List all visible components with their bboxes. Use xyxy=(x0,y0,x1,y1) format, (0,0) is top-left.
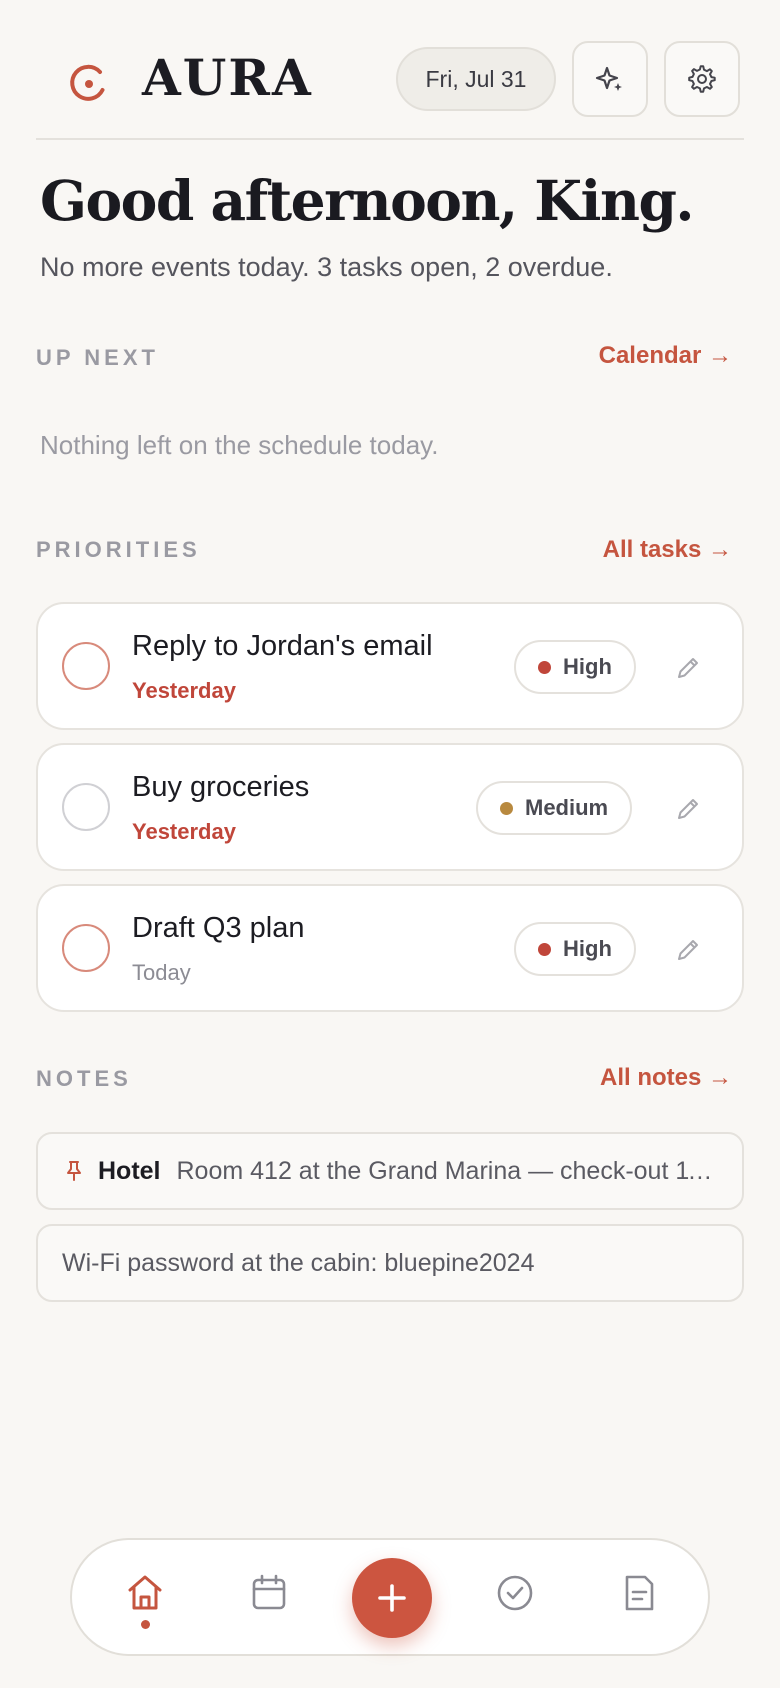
priority-dot xyxy=(538,660,551,674)
greeting-title: Good afternoon, King. xyxy=(40,168,695,233)
pencil-icon[interactable] xyxy=(674,795,702,823)
priority-dot xyxy=(500,801,513,815)
priority-label: High xyxy=(563,654,612,679)
active-indicator xyxy=(141,1620,150,1629)
task-due: Yesterday xyxy=(132,678,236,703)
all-tasks-link[interactable]: All tasks → xyxy=(603,536,732,564)
note-card[interactable]: Hotel Room 412 at the Grand Marina — che… xyxy=(36,1132,744,1210)
app-header: AURA Fri, Jul 31 xyxy=(36,40,744,140)
priority-label: High xyxy=(563,936,612,961)
note-icon[interactable] xyxy=(616,1570,662,1616)
task-checkbox[interactable] xyxy=(62,783,110,831)
priority-badge[interactable]: High xyxy=(514,640,636,694)
priority-badge[interactable]: Medium xyxy=(476,781,633,835)
check-circle-icon[interactable] xyxy=(492,1570,538,1616)
note-card[interactable]: Wi-Fi password at the cabin: bluepine202… xyxy=(36,1224,744,1302)
settings-button[interactable] xyxy=(664,41,740,117)
sparkles-icon xyxy=(595,66,622,91)
task-title: Draft Q3 plan xyxy=(132,912,305,944)
priority-badge[interactable]: High xyxy=(514,922,636,976)
task-checkbox[interactable] xyxy=(62,642,110,690)
calendar-icon[interactable] xyxy=(246,1570,292,1616)
add-button[interactable] xyxy=(352,1558,432,1638)
bottom-nav xyxy=(70,1538,710,1656)
task-card[interactable]: Reply to Jordan's email Yesterday High xyxy=(36,602,744,730)
task-card[interactable]: Draft Q3 plan Today High xyxy=(36,884,744,1012)
app-brand: AURA xyxy=(142,48,313,107)
task-due: Today xyxy=(132,960,191,985)
home-icon[interactable] xyxy=(122,1570,168,1616)
calendar-link[interactable]: Calendar → xyxy=(599,342,732,370)
note-title: Hotel xyxy=(98,1156,161,1185)
plus-icon xyxy=(378,1584,406,1612)
pin-icon xyxy=(67,1161,81,1181)
note-body: Wi-Fi password at the cabin: bluepine202… xyxy=(62,1248,535,1277)
schedule-empty-text: Nothing left on the schedule today. xyxy=(40,430,439,460)
task-checkbox[interactable] xyxy=(62,924,110,972)
note-body: Room 412 at the Grand Marina — check-out… xyxy=(176,1156,737,1185)
greeting-subtitle: No more events today. 3 tasks open, 2 ov… xyxy=(40,252,613,282)
task-title: Reply to Jordan's email xyxy=(132,630,433,662)
up-next-label: UP NEXT xyxy=(36,345,159,370)
task-due: Yesterday xyxy=(132,819,236,844)
priorities-label: PRIORITIES xyxy=(36,537,201,562)
date-pill[interactable]: Fri, Jul 31 xyxy=(396,47,556,111)
all-notes-link[interactable]: All notes → xyxy=(600,1064,732,1092)
priority-label: Medium xyxy=(525,795,609,820)
task-card[interactable]: Buy groceries Yesterday Medium xyxy=(36,743,744,871)
pencil-icon[interactable] xyxy=(674,936,702,964)
aura-logo-icon xyxy=(70,64,105,101)
task-title: Buy groceries xyxy=(132,771,310,803)
notes-label: NOTES xyxy=(36,1066,132,1091)
pencil-icon[interactable] xyxy=(674,654,702,682)
gear-icon xyxy=(688,65,716,93)
ai-button[interactable] xyxy=(572,41,648,117)
priority-dot xyxy=(538,942,551,956)
